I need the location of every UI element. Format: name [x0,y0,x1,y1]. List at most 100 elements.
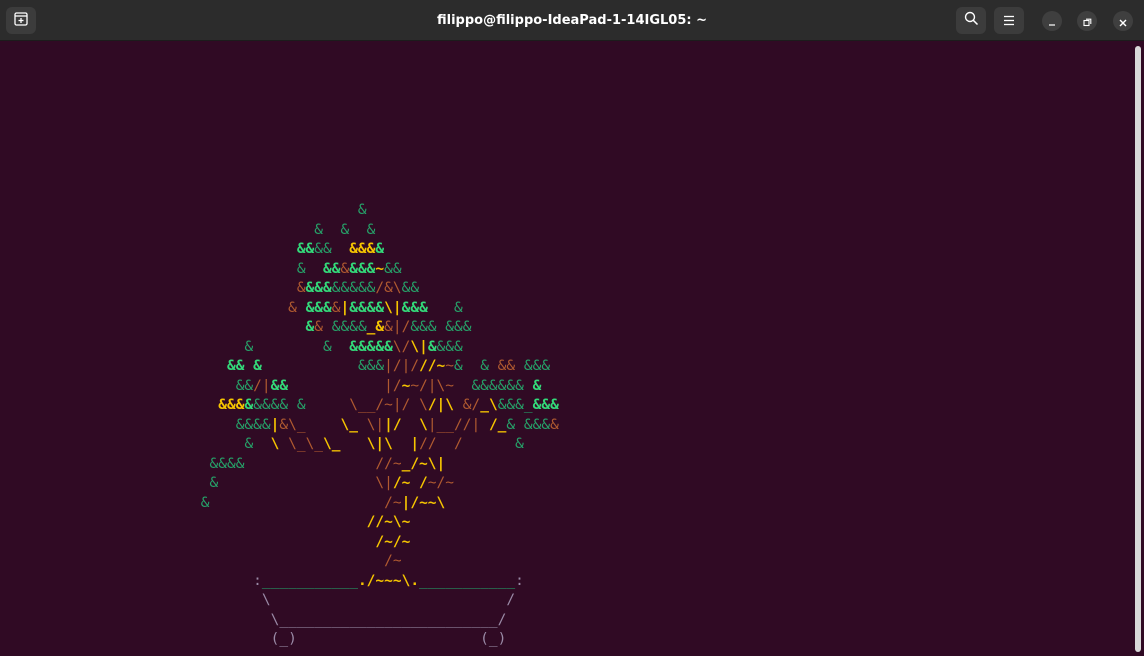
bonsai-segment [288,378,384,394]
bonsai-segment [0,339,244,355]
bonsai-segment: \__/~|/ \ [349,397,428,413]
bonsai-segment: &&&& [349,299,385,316]
bonsai-segment: ~ [445,358,454,374]
minimize-icon [1048,12,1056,31]
bonsai-segment: && [314,241,350,257]
bonsai-segment: & [550,416,559,433]
bonsai-segment [0,592,262,608]
bonsai-segment [393,436,410,452]
bonsai-segment: & [331,299,341,316]
bonsai-line: && & &&&|/|///~~& & && &&& [0,357,559,377]
bonsai-segment [402,417,419,433]
bonsai-segment: ___________ [419,572,516,589]
bonsai-segment [0,612,271,628]
bonsai-segment [253,339,323,355]
bonsai-line: & &&&&&&~&& [0,260,559,280]
bonsai-segment: &&& [532,397,559,413]
close-button[interactable] [1113,11,1133,31]
bonsai-segment: |/|/ [384,358,420,374]
minimize-button[interactable] [1042,11,1062,31]
bonsai-line: &&&& &&&& [0,240,559,260]
bonsai-line: & [0,201,559,221]
bonsai-segment: |__//| [427,416,489,433]
close-icon [1119,12,1127,31]
bonsai-segment: \ / [261,592,516,608]
bonsai-segment: &&& [515,358,551,374]
bonsai-segment: /| [253,377,271,394]
bonsai-line: &&/|&& |/~~/|\~ &&&&&& & [0,377,559,397]
bonsai-segment: \ [419,416,428,433]
bonsai-segment: _& [366,319,385,335]
bonsai-segment: && [270,377,289,394]
bonsai-segment: &/ [454,397,481,413]
bonsai-segment [463,436,515,452]
bonsai-line: &&&&&&&&&/&\&& [0,279,559,299]
bonsai-segment: & [296,280,306,296]
bonsai-segment: ~/~ [427,475,454,491]
bonsai-segment: &&&&& [349,338,393,355]
bonsai-segment: & [244,436,271,452]
bonsai-segment: &&& [436,338,463,355]
bonsai-line: /~/~ [0,533,559,553]
bonsai-ascii-art: & & & & &&&& &&&& & &&&&&&~&& &&&&&&&&&/… [0,201,559,650]
bonsai-segment: |/~~\ [401,494,446,511]
bonsai-segment [0,573,253,589]
bonsai-segment: &&&&& [331,280,376,296]
bonsai-segment [341,436,367,452]
bonsai-segment: && [296,241,315,257]
bonsai-segment: &&&& [209,455,245,472]
bonsai-segment [0,280,297,296]
bonsai-line: /~ [0,552,559,572]
bonsai-segment [0,553,384,569]
bonsai-segment: &&& [305,299,332,316]
bonsai-segment [0,436,244,452]
bonsai-segment: &&& &&& [410,319,472,335]
bonsai-segment: \| [375,475,393,491]
bonsai-segment: //~\~ [366,514,411,530]
bonsai-segment: \_________________________/ [270,611,507,628]
bonsai-segment: &&& [349,260,376,277]
bonsai-segment: // / [419,436,463,452]
terminal-scrollbar[interactable] [1135,46,1141,652]
bonsai-segment: \_ [340,416,367,433]
window-titlebar: filippo@filippo-IdeaPad-1-14IGL05: ~ [0,0,1144,41]
bonsai-segment: \| [384,299,402,316]
menu-button[interactable] [994,7,1024,34]
bonsai-segment: &&&& [331,319,367,335]
bonsai-segment [428,300,454,316]
bonsai-line: & \|/~ /~/~ [0,474,559,494]
bonsai-segment: | [410,436,420,452]
bonsai-segment: & [515,436,524,452]
bonsai-segment [0,495,201,511]
maximize-button[interactable] [1077,11,1097,31]
bonsai-segment: & [244,338,254,355]
bonsai-line: :___________./~~~\.___________: [0,572,559,592]
hamburger-menu-icon [1003,11,1015,30]
bonsai-segment: && [401,280,420,296]
bonsai-line: && &&&&_&&|/&&& &&& [0,318,559,338]
bonsai-segment: _/~\| [401,455,446,472]
bonsai-segment: && [384,260,402,277]
bonsai-segment: \/ [392,338,411,355]
bonsai-segment [210,495,385,511]
bonsai-segment: &&& [357,358,385,374]
bonsai-line: & &&&&|&&&&\|&&& & [0,299,559,319]
maximize-icon [1082,12,1092,31]
bonsai-segment: _\ [480,397,498,413]
bonsai-segment: \_ [323,436,341,452]
bonsai-segment: &&&&&& [471,377,533,394]
bonsai-segment: /&\ [375,280,402,296]
bonsai-segment: ./~~~\. [357,572,420,589]
bonsai-segment [0,534,375,550]
bonsai-segment: &&& [349,241,376,257]
bonsai-segment [244,456,375,472]
bonsai-segment: & [454,299,463,316]
bonsai-segment: ~/|\~ [410,377,472,394]
bonsai-line: & \ \_\_\_ \|\ |// / & [0,435,559,455]
bonsai-segment: : [515,572,524,589]
bonsai-segment: & [340,260,350,277]
bonsai-segment [0,300,288,316]
bonsai-segment: & [305,319,315,335]
search-button[interactable] [956,7,986,34]
bonsai-segment: & & & [314,221,376,238]
